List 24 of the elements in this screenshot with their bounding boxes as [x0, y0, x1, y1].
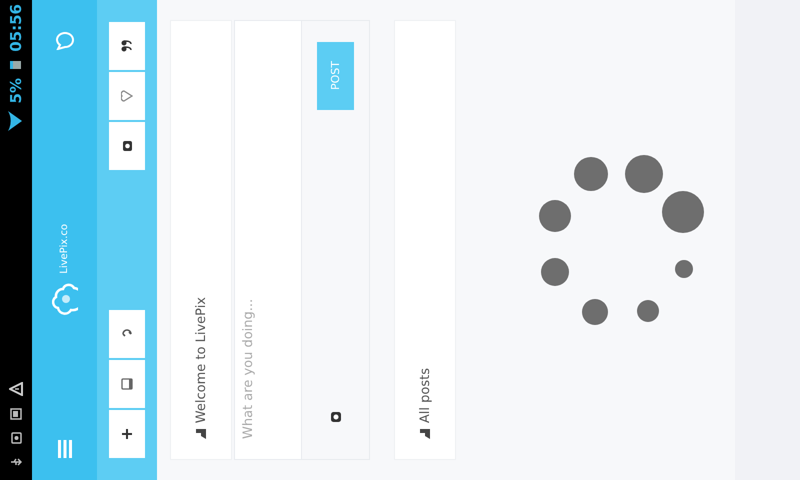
logo-text: LivePix.co: [59, 224, 70, 274]
plus-icon: [121, 428, 133, 440]
image-icon: [10, 408, 22, 420]
heart-icon: [121, 90, 133, 102]
cloud-logo-icon: [52, 282, 78, 316]
warning-icon: [9, 382, 23, 396]
camera-icon: [10, 432, 22, 444]
post-button[interactable]: POST: [317, 42, 354, 110]
posts-title: All posts: [418, 368, 432, 423]
bookmark-icon: [420, 429, 430, 439]
post-input[interactable]: What are you doing...: [234, 20, 302, 460]
clock-time: 05:56: [7, 4, 25, 52]
battery-icon: [10, 60, 22, 70]
welcome-title: Welcome to LivePix: [194, 296, 208, 423]
camera-icon: [121, 140, 133, 152]
calendar-button[interactable]: [109, 360, 145, 408]
calendar-icon: [121, 378, 133, 390]
quote-icon: [121, 40, 133, 52]
add-button[interactable]: [109, 410, 145, 458]
quote-button[interactable]: [109, 22, 145, 70]
camera-icon[interactable]: [330, 411, 342, 423]
battery-percent: 5%: [7, 78, 25, 104]
bookmark-icon: [196, 429, 206, 439]
camera-button[interactable]: [109, 122, 145, 170]
